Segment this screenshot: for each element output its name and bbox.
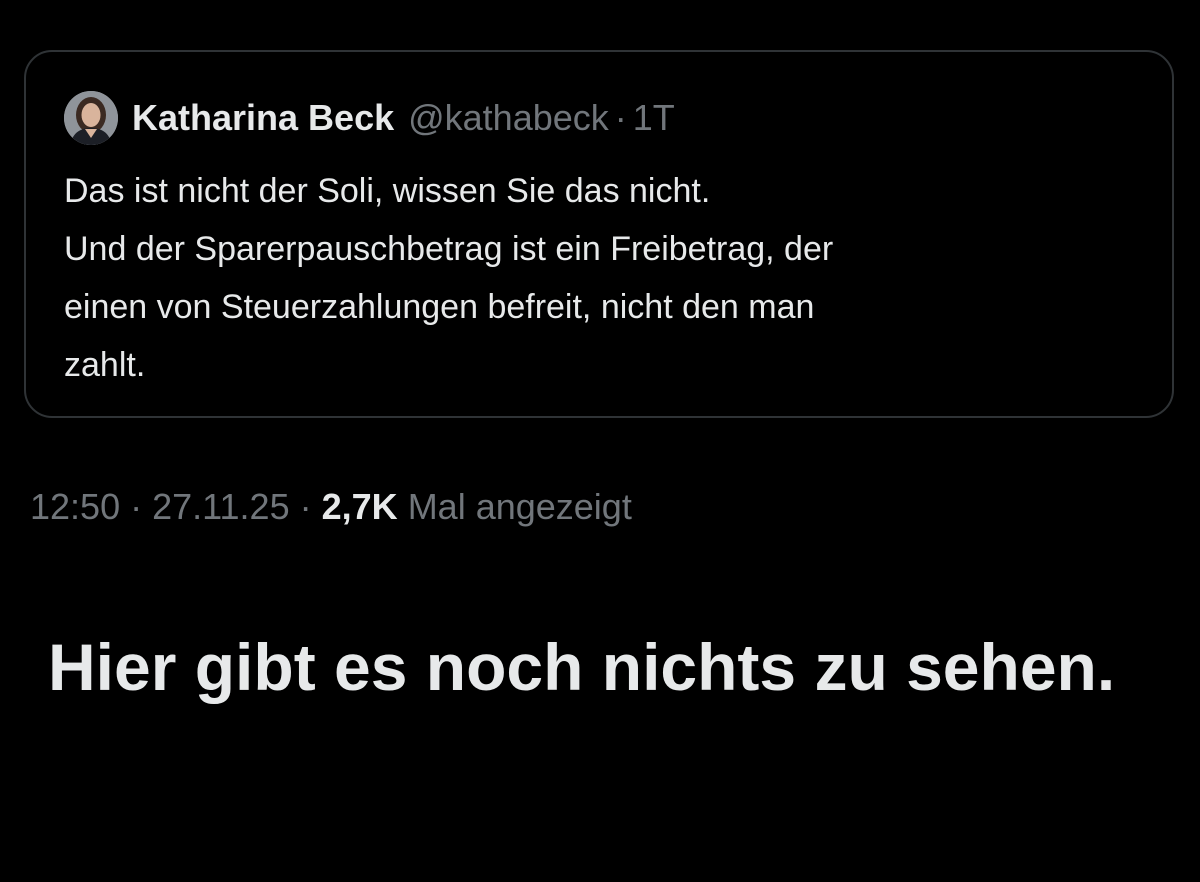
avatar-image <box>64 91 118 145</box>
views-count[interactable]: 2,7K <box>322 486 398 527</box>
quoted-post-text-line: einen von Steuerzahlungen befreit, nicht… <box>64 288 815 326</box>
quoted-post-text: Das ist nicht der Soli, wissen Sie das n… <box>64 162 1124 394</box>
post-meta: 12:50 · 27.11.25 · 2,7K Mal angezeigt <box>30 486 632 528</box>
post-age[interactable]: 1T <box>633 97 675 139</box>
quoted-post-text-line: Und der Sparerpauschbetrag ist ein Freib… <box>64 230 834 268</box>
quoted-post-text-line: zahlt. <box>64 346 146 384</box>
quoted-post-text-line: Das ist nicht der Soli, wissen Sie das n… <box>64 172 711 210</box>
meta-separator: · <box>299 486 312 527</box>
author-handle[interactable]: @kathabeck <box>408 97 609 139</box>
author-avatar[interactable] <box>64 91 118 145</box>
author-name[interactable]: Katharina Beck <box>132 97 394 139</box>
meta-separator: · <box>130 486 143 527</box>
post-time[interactable]: 12:50 <box>30 486 120 527</box>
quoted-post-card[interactable]: Katharina Beck @kathabeck · 1T Das ist n… <box>24 50 1174 418</box>
post-date[interactable]: 27.11.25 <box>152 486 289 527</box>
views-label: Mal angezeigt <box>407 486 632 527</box>
empty-state-title: Hier gibt es noch nichts zu sehen. <box>48 630 1116 704</box>
meta-separator: · <box>614 97 627 138</box>
quoted-post-header: Katharina Beck @kathabeck · 1T <box>64 90 675 146</box>
